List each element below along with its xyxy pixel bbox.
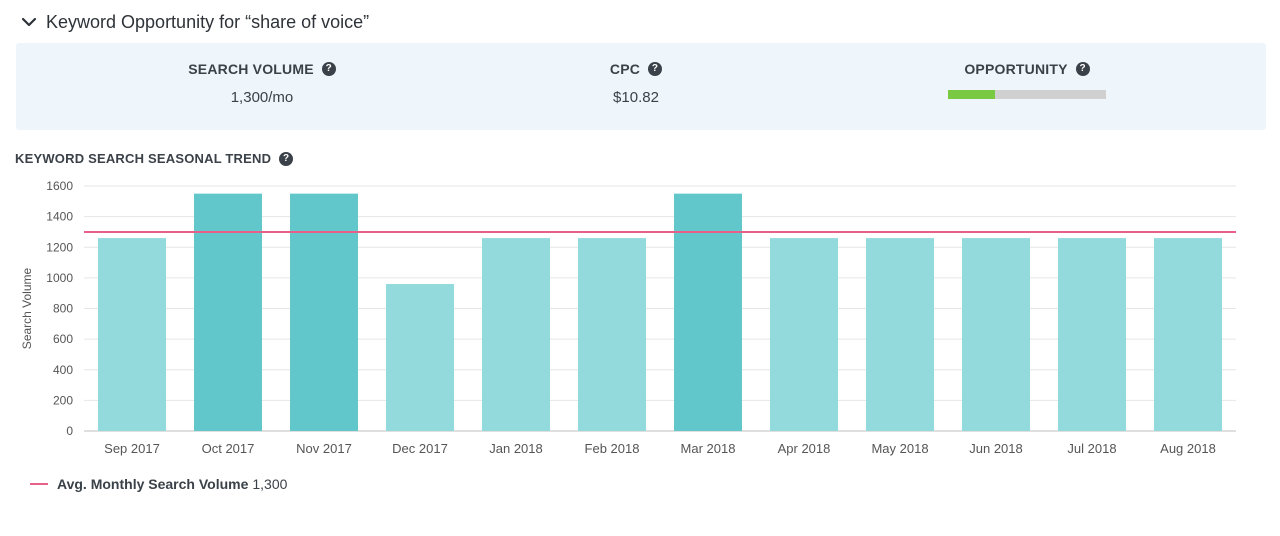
legend-average-swatch (30, 483, 48, 485)
chevron-down-icon[interactable] (20, 13, 38, 31)
bar (386, 284, 454, 431)
bar (1154, 238, 1222, 431)
bar (290, 193, 358, 431)
search-volume-stat: SEARCH VOLUME ? 1,300/mo (112, 43, 412, 106)
cpc-stat: CPC ? $10.82 (486, 43, 786, 106)
x-tick-label: Jan 2018 (489, 441, 543, 456)
y-tick-label: 600 (53, 332, 73, 346)
x-tick-label: Sep 2017 (104, 441, 160, 456)
search-volume-value: 1,300/mo (230, 89, 294, 106)
bar (962, 238, 1030, 431)
question-circle-icon[interactable]: ? (279, 151, 294, 166)
x-tick-label: Nov 2017 (296, 441, 352, 456)
trend-title-text: KEYWORD SEARCH SEASONAL TREND (15, 151, 272, 166)
opportunity-label: OPPORTUNITY (964, 61, 1068, 77)
y-tick-label: 1600 (46, 179, 73, 193)
x-tick-label: Feb 2018 (585, 441, 640, 456)
bar (578, 238, 646, 431)
y-tick-label: 1400 (46, 210, 73, 224)
y-tick-label: 1200 (46, 240, 73, 254)
y-tick-label: 200 (53, 393, 73, 407)
x-tick-label: Aug 2018 (1160, 441, 1216, 456)
question-circle-icon[interactable]: ? (1075, 62, 1090, 76)
question-circle-icon[interactable]: ? (321, 62, 336, 76)
bar (482, 238, 550, 431)
section-header[interactable]: Keyword Opportunity for “share of voice” (20, 8, 369, 36)
x-tick-label: Oct 2017 (202, 441, 255, 456)
trend-title: KEYWORD SEARCH SEASONAL TREND ? (15, 151, 294, 166)
x-tick-label: Dec 2017 (392, 441, 448, 456)
opportunity-stat: OPPORTUNITY ? (877, 43, 1177, 99)
bar (1058, 238, 1126, 431)
legend-average-label: Avg. Monthly Search Volume (57, 476, 249, 492)
stats-panel: SEARCH VOLUME ? 1,300/mo CPC ? $10.82 OP… (16, 43, 1266, 130)
y-axis-label: Search Volume (20, 267, 34, 349)
y-tick-label: 0 (66, 424, 73, 438)
legend-average-value: 1,300 (252, 476, 288, 492)
y-tick-label: 400 (53, 363, 73, 377)
question-circle-icon[interactable]: ? (648, 62, 663, 76)
x-tick-label: Apr 2018 (778, 441, 831, 456)
bar (866, 238, 934, 431)
y-tick-label: 800 (53, 302, 73, 316)
seasonal-trend-chart: 0 200 400 600 800 1000 1200 1400 1600 Search Volu… (20, 179, 1236, 456)
bar (194, 193, 262, 431)
bar (674, 193, 742, 431)
x-tick-label: Mar 2018 (681, 441, 736, 456)
chart-legend: Avg. Monthly Search Volume 1,300 (30, 476, 287, 492)
section-title: Keyword Opportunity for “share of voice” (46, 11, 370, 32)
y-tick-label: 1000 (46, 271, 73, 285)
cpc-value: $10.82 (613, 89, 659, 106)
cpc-label: CPC (609, 61, 641, 77)
bar (770, 238, 838, 431)
x-tick-label: May 2018 (871, 441, 928, 456)
opportunity-bar (948, 90, 1106, 99)
search-volume-label: SEARCH VOLUME (188, 61, 314, 77)
opportunity-bar-fill (948, 90, 996, 99)
x-tick-label: Jun 2018 (969, 441, 1023, 456)
x-tick-label: Jul 2018 (1067, 441, 1116, 456)
bar (98, 238, 166, 431)
